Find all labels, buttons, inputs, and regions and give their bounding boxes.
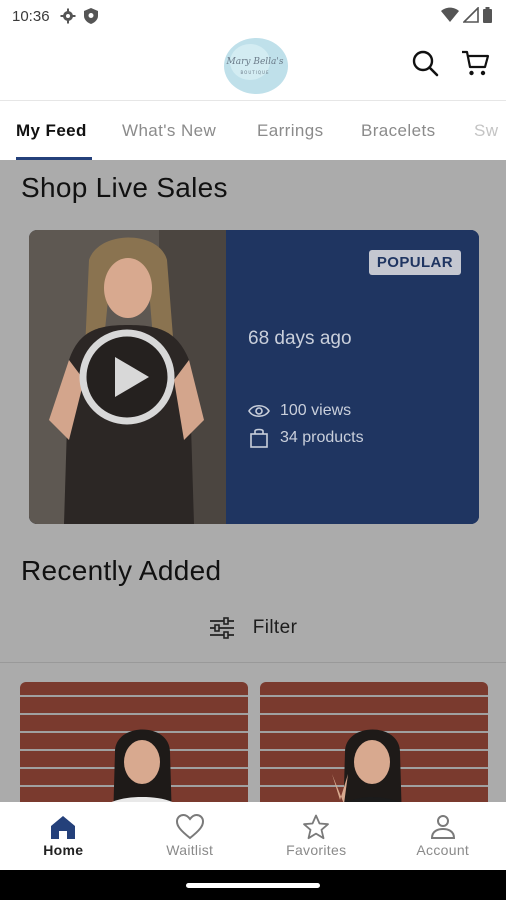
filter-button[interactable]: Filter (0, 608, 506, 648)
live-sales-title: Shop Live Sales (21, 172, 228, 203)
system-nav-bar (0, 870, 506, 900)
heart-icon (175, 814, 204, 840)
status-bar: 10:36 (0, 0, 506, 32)
product-card[interactable] (260, 682, 488, 802)
app-header: Mary Bella's BOUTIQUE (0, 32, 506, 100)
brand-logo[interactable]: Mary Bella's BOUTIQUE (218, 34, 292, 96)
nav-waitlist[interactable]: Waitlist (127, 802, 254, 870)
tab-bracelets[interactable]: Bracelets (361, 121, 435, 141)
wifi-icon (441, 7, 459, 22)
home-icon (51, 816, 76, 839)
shield-icon (83, 8, 98, 24)
views-stat: 100 views (248, 402, 351, 420)
star-icon (303, 814, 330, 840)
tab-my-feed[interactable]: My Feed (16, 121, 87, 141)
product-image (20, 682, 248, 802)
product-card[interactable] (20, 682, 248, 802)
battery-icon (483, 7, 492, 23)
eye-icon (248, 404, 270, 418)
nav-favorites[interactable]: Favorites (253, 802, 380, 870)
products-stat: 34 products (248, 428, 364, 448)
live-sale-info: POPULAR 68 days ago 100 views 34 product… (226, 230, 479, 524)
search-icon[interactable] (410, 48, 440, 78)
tab-earrings[interactable]: Earrings (257, 121, 324, 141)
home-gesture-pill[interactable] (186, 883, 320, 888)
products-count: 34 products (280, 429, 364, 446)
cart-icon[interactable] (460, 48, 490, 78)
nav-account[interactable]: Account (380, 802, 506, 870)
svg-text:Mary Bella's: Mary Bella's (226, 57, 284, 67)
svg-text:BOUTIQUE: BOUTIQUE (241, 70, 270, 75)
settings-icon (60, 8, 76, 24)
nav-waitlist-label: Waitlist (166, 842, 214, 858)
posted-time: 68 days ago (248, 328, 352, 349)
nav-home[interactable]: Home (0, 802, 127, 870)
shopping-bag-icon (250, 428, 268, 448)
recently-added-title: Recently Added (21, 555, 222, 586)
main-content: Shop Live Sales POPULAR 68 days ago 100 … (0, 160, 506, 802)
live-sale-card[interactable]: POPULAR 68 days ago 100 views 34 product… (29, 230, 479, 524)
status-time: 10:36 (12, 7, 50, 25)
play-icon[interactable] (77, 327, 177, 427)
signal-icon (463, 7, 479, 23)
bottom-nav: Home Waitlist Favorites Account (0, 802, 506, 870)
product-image (260, 682, 488, 802)
live-sale-thumbnail (29, 230, 226, 524)
divider (0, 662, 506, 663)
tab-whats-new[interactable]: What's New (122, 121, 216, 141)
tab-sw[interactable]: Sw (474, 121, 498, 141)
nav-favorites-label: Favorites (286, 842, 347, 858)
person-icon (430, 815, 455, 839)
nav-home-label: Home (43, 842, 84, 858)
views-count: 100 views (280, 402, 352, 419)
filter-label: Filter (252, 617, 298, 638)
category-tabs: My Feed What's New Earrings Bracelets Sw (0, 100, 506, 160)
nav-account-label: Account (416, 842, 470, 858)
filter-sliders-icon (209, 617, 234, 639)
popular-badge: POPULAR (368, 250, 461, 275)
